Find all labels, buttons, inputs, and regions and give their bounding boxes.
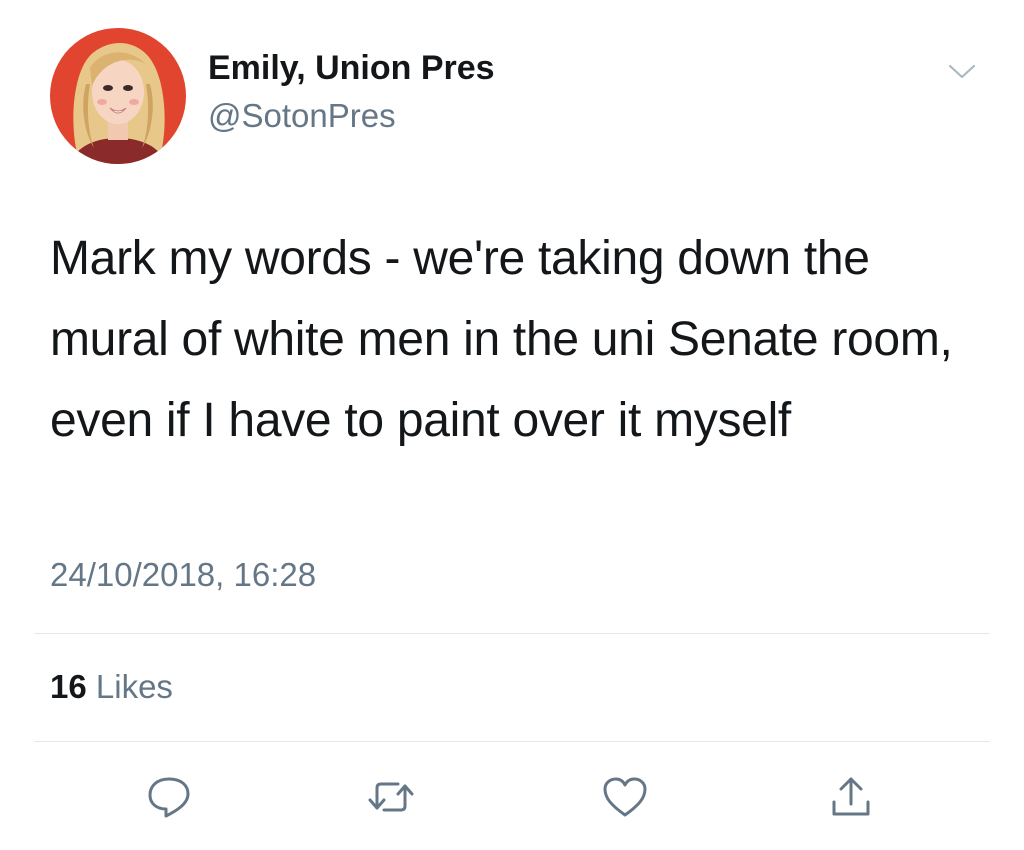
share-button[interactable]	[826, 774, 876, 820]
retweet-icon	[368, 782, 414, 812]
tweet-timestamp[interactable]: 24/10/2018, 16:28	[50, 556, 316, 594]
reply-button[interactable]	[144, 774, 194, 820]
chevron-down-icon[interactable]	[946, 60, 978, 82]
likes-count: 16	[50, 668, 87, 705]
avatar[interactable]	[50, 28, 186, 164]
likes-label: Likes	[95, 668, 173, 705]
divider	[34, 741, 990, 742]
share-icon	[832, 777, 870, 816]
divider	[34, 633, 990, 634]
author-handle[interactable]: @SotonPres	[208, 97, 396, 135]
avatar-illustration	[50, 28, 186, 164]
reply-icon	[148, 777, 190, 818]
retweet-button[interactable]	[366, 774, 416, 820]
tweet-text: Mark my words - we're taking down the mu…	[50, 232, 953, 447]
like-button[interactable]	[600, 774, 650, 820]
author-display-name[interactable]: Emily, Union Pres	[208, 49, 495, 88]
likes-summary[interactable]: 16 Likes	[50, 668, 173, 706]
heart-icon	[603, 777, 647, 817]
